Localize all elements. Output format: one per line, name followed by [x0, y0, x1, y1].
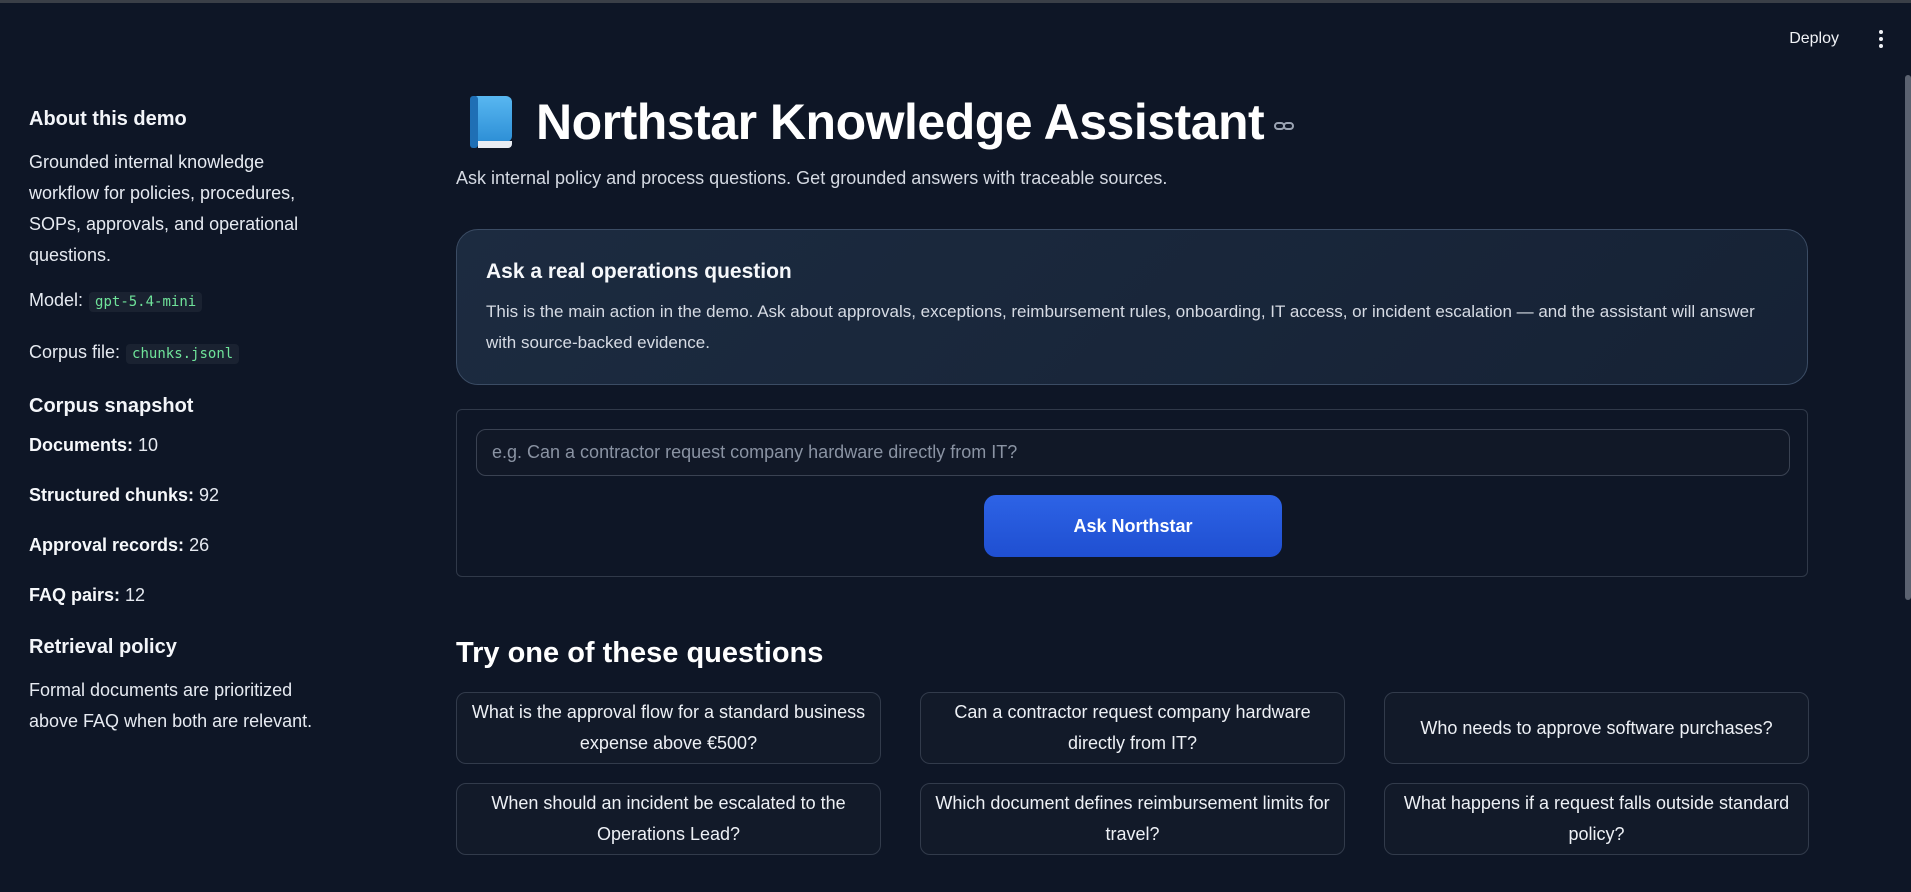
hero-text: This is the main action in the demo. Ask… — [486, 302, 1755, 352]
scrollbar[interactable] — [1905, 75, 1911, 600]
suggestions-heading: Try one of these questions — [456, 637, 824, 669]
stat-documents: Documents: 10 — [29, 430, 329, 460]
ask-form: Ask Northstar — [456, 409, 1808, 577]
more-menu-icon[interactable] — [1873, 30, 1889, 52]
snapshot-heading: Corpus snapshot — [29, 395, 194, 417]
model-label: Model: — [29, 290, 84, 310]
corpus-label: Corpus file: — [29, 342, 121, 362]
stat-value: 26 — [189, 535, 210, 555]
suggestion-button[interactable]: Can a contractor request company hardwar… — [920, 692, 1345, 764]
question-input[interactable] — [476, 429, 1790, 476]
about-text: Grounded internal knowledge workflow for… — [29, 152, 299, 265]
app-header: Deploy — [0, 3, 1911, 75]
stat-label: Documents: — [29, 435, 134, 455]
deploy-button[interactable]: Deploy — [1789, 30, 1839, 48]
main-content: Northstar Knowledge Assistant Ask intern… — [456, 90, 1810, 855]
page-subtitle: Ask internal policy and process question… — [456, 168, 1168, 188]
page-title-row: Northstar Knowledge Assistant — [456, 90, 1810, 154]
link-icon[interactable] — [1274, 120, 1296, 134]
suggestions-grid: What is the approval flow for a standard… — [456, 692, 1810, 855]
suggestion-button[interactable]: Who needs to approve software purchases? — [1384, 692, 1809, 764]
model-row: Model: gpt-5.4-mini — [29, 285, 329, 317]
book-icon — [470, 96, 514, 148]
stat-label: Structured chunks: — [29, 485, 195, 505]
suggestion-button[interactable]: When should an incident be escalated to … — [456, 783, 881, 855]
stat-value: 10 — [138, 435, 159, 455]
model-value: gpt-5.4-mini — [89, 292, 203, 312]
sidebar: About this demo Grounded internal knowle… — [29, 108, 329, 751]
hero-card: Ask a real operations question This is t… — [456, 229, 1808, 385]
ask-northstar-button[interactable]: Ask Northstar — [984, 495, 1282, 557]
stat-label: FAQ pairs: — [29, 585, 121, 605]
corpus-value: chunks.jsonl — [126, 344, 240, 364]
stat-label: Approval records: — [29, 535, 185, 555]
retrieval-text: Formal documents are prioritized above F… — [29, 680, 313, 731]
retrieval-heading: Retrieval policy — [29, 636, 177, 658]
suggestion-button[interactable]: Which document defines reimbursement lim… — [920, 783, 1345, 855]
about-heading: About this demo — [29, 108, 187, 130]
page-title: Northstar Knowledge Assistant — [536, 94, 1265, 150]
hero-heading: Ask a real operations question — [486, 260, 792, 283]
stat-value: 12 — [125, 585, 146, 605]
stat-approvals: Approval records: 26 — [29, 530, 329, 560]
suggestion-button[interactable]: What happens if a request falls outside … — [1384, 783, 1809, 855]
stat-faq: FAQ pairs: 12 — [29, 580, 329, 610]
corpus-row: Corpus file: chunks.jsonl — [29, 337, 329, 369]
suggestion-button[interactable]: What is the approval flow for a standard… — [456, 692, 881, 764]
stat-chunks: Structured chunks: 92 — [29, 480, 329, 510]
stat-value: 92 — [199, 485, 220, 505]
